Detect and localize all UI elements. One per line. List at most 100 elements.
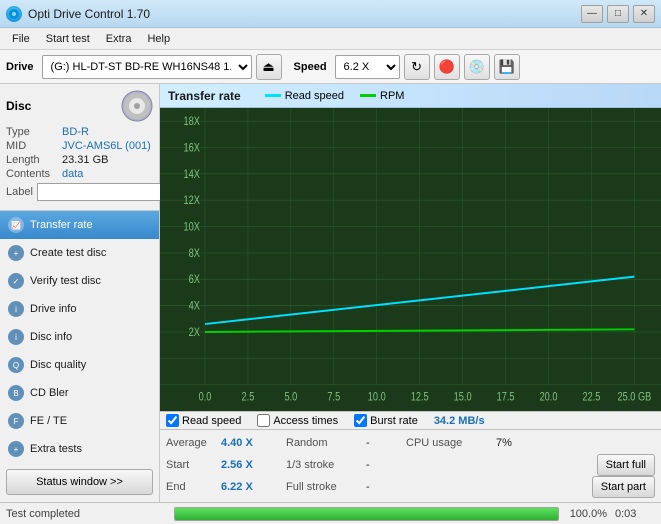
burst-rate-checkbox-label: Burst rate [370,415,418,427]
end-value: 6.22 X [221,481,276,493]
type-label: Type [6,126,58,138]
close-button[interactable]: ✕ [633,5,655,23]
start-label: Start [166,459,221,471]
progress-percentage: 100.0% [567,508,607,520]
svg-text:10X: 10X [183,220,199,233]
speed-label: Speed [294,61,327,73]
drive-select[interactable]: (G:) HL-DT-ST BD-RE WH16NS48 1.D3 [42,55,252,79]
start-part-button[interactable]: Start part [592,476,655,498]
read-speed-checkbox-label: Read speed [182,415,241,427]
disc-panel: Disc Type BD-R MID JVC-AMS6L (001) Lengt… [0,84,159,211]
read-speed-checkbox[interactable] [166,414,179,427]
mid-value: JVC-AMS6L (001) [62,140,151,152]
sidebar: Disc Type BD-R MID JVC-AMS6L (001) Lengt… [0,84,160,502]
sidebar-item-transfer-rate[interactable]: 📈 Transfer rate [0,211,159,239]
disc-graphic-icon [121,90,153,122]
random-value: - [366,437,396,449]
full-stroke-value: - [366,481,396,493]
menu-extra[interactable]: Extra [98,31,140,47]
legend-rpm-color [360,94,376,97]
access-times-checkbox-item: Access times [257,414,338,427]
sidebar-item-disc-quality[interactable]: Q Disc quality [0,351,159,379]
svg-text:8X: 8X [189,247,200,260]
start-full-button[interactable]: Start full [597,454,655,476]
svg-text:4X: 4X [189,300,200,313]
legend-read-color [265,94,281,97]
minimize-button[interactable]: — [581,5,603,23]
cd-bler-icon: B [8,385,24,401]
access-times-checkbox[interactable] [257,414,270,427]
transfer-rate-icon: 📈 [8,217,24,233]
svg-text:6X: 6X [189,273,200,286]
end-row: End 6.22 X Full stroke - Start part [166,476,655,498]
chart-svg-container: 18X 16X 14X 12X 10X 8X 6X 4X 2X 0.0 2.5 … [160,108,661,411]
label-label: Label [6,186,33,198]
legend-read-label: Read speed [285,90,344,102]
full-stroke-label: Full stroke [286,481,366,493]
length-value: 23.31 GB [62,154,108,166]
stroke-1-3-label: 1/3 stroke [286,459,366,471]
extra-tests-icon: + [8,441,24,457]
eject-button[interactable]: ⏏ [256,54,282,80]
svg-text:20.0: 20.0 [540,390,558,403]
menu-bar: File Start test Extra Help [0,28,661,50]
svg-text:15.0: 15.0 [454,390,472,403]
fe-te-icon: F [8,413,24,429]
svg-text:0.0: 0.0 [199,390,212,403]
status-text: Test completed [6,508,166,520]
verify-disc-icon: ✓ [8,273,24,289]
stroke-1-3-value: - [366,459,396,471]
svg-text:17.5: 17.5 [497,390,515,403]
main-content: Disc Type BD-R MID JVC-AMS6L (001) Lengt… [0,84,661,502]
refresh-button[interactable]: ↻ [404,54,430,80]
save-button[interactable]: 💾 [494,54,520,80]
sidebar-item-cd-bler[interactable]: B CD Bler [0,379,159,407]
svg-text:25.0 GB: 25.0 GB [618,390,652,403]
svg-text:14X: 14X [183,168,199,181]
disc-title: Disc [6,99,31,113]
svg-text:16X: 16X [183,141,199,154]
svg-text:12.5: 12.5 [411,390,429,403]
sidebar-item-fe-te[interactable]: F FE / TE [0,407,159,435]
elapsed-time: 0:03 [615,508,655,520]
title-bar: Opti Drive Control 1.70 — □ ✕ [0,0,661,28]
content-area: Transfer rate Read speed RPM [160,84,661,502]
speed-select[interactable]: 6.2 X [335,55,400,79]
random-label: Random [286,437,366,449]
burn-button[interactable]: 🔴 [434,54,460,80]
cpu-usage-value: 7% [496,437,512,449]
chart-title: Transfer rate [168,89,241,103]
sidebar-item-extra-tests[interactable]: + Extra tests [0,435,159,463]
sidebar-item-disc-info[interactable]: i Disc info [0,323,159,351]
disc-info-icon: i [8,329,24,345]
title-text: Opti Drive Control 1.70 [28,7,150,21]
drive-label: Drive [6,61,34,73]
status-bar: Test completed 100.0% 0:03 [0,502,661,524]
menu-help[interactable]: Help [139,31,178,47]
legend-rpm: RPM [360,90,404,102]
legend-read-speed: Read speed [265,90,344,102]
progress-bar-fill [175,508,558,520]
drive-info-icon: i [8,301,24,317]
sidebar-item-create-test-disc[interactable]: + Create test disc [0,239,159,267]
average-value: 4.40 X [221,437,276,449]
label-input[interactable] [37,183,175,201]
sidebar-item-verify-test-disc[interactable]: ✓ Verify test disc [0,267,159,295]
burst-rate-checkbox-item: Burst rate [354,414,418,427]
menu-file[interactable]: File [4,31,38,47]
burst-rate-checkbox[interactable] [354,414,367,427]
mid-label: MID [6,140,58,152]
status-window-button[interactable]: Status window >> [6,469,153,495]
read-speed-checkbox-item: Read speed [166,414,241,427]
disc-button[interactable]: 💿 [464,54,490,80]
disc-quality-icon: Q [8,357,24,373]
svg-text:2X: 2X [189,326,200,339]
app-icon [6,6,22,22]
stats-checkboxes-row: Read speed Access times Burst rate 34.2 … [160,411,661,429]
menu-start-test[interactable]: Start test [38,31,98,47]
sidebar-item-drive-info[interactable]: i Drive info [0,295,159,323]
contents-value: data [62,168,83,180]
start-value: 2.56 X [221,459,276,471]
maximize-button[interactable]: □ [607,5,629,23]
access-times-checkbox-label: Access times [273,415,338,427]
